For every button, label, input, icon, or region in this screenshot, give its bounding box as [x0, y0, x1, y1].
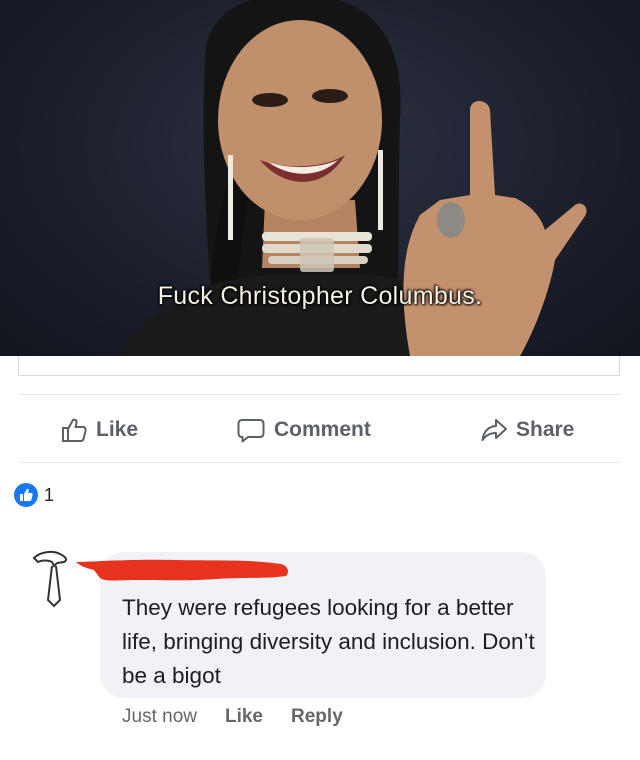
- comment-timestamp: Just now: [122, 706, 197, 727]
- divider-bottom: [20, 462, 620, 463]
- media-frame-bottom: [18, 356, 620, 376]
- divider-top: [20, 394, 620, 395]
- comment-reply-button[interactable]: Reply: [291, 706, 343, 728]
- comment-icon: [236, 416, 266, 444]
- reaction-count: 1: [44, 484, 55, 505]
- like-button-label: Like: [96, 418, 139, 441]
- share-button-label: Share: [516, 418, 575, 441]
- comment-button-label: Comment: [274, 418, 371, 441]
- thumbs-up-icon: [60, 416, 88, 444]
- post-action-bar: Like Comment Share: [20, 408, 620, 452]
- commenter-avatar[interactable]: [30, 548, 74, 617]
- reaction-summary[interactable]: 1: [14, 483, 54, 507]
- comment-like-button[interactable]: Like: [225, 706, 263, 728]
- comment-button[interactable]: Comment: [236, 408, 371, 452]
- like-button[interactable]: Like: [60, 408, 138, 452]
- comment-text: They were refugees looking for a better …: [122, 595, 535, 688]
- comment-meta: Just now Like Reply: [122, 706, 371, 728]
- commenter-name-redaction: [76, 556, 296, 591]
- video-caption: Fuck Christopher Columbus.: [157, 282, 483, 310]
- share-button[interactable]: Share: [480, 408, 574, 452]
- post-media[interactable]: Fuck Christopher Columbus.: [0, 0, 640, 356]
- like-reaction-icon: [14, 483, 38, 507]
- share-icon: [480, 416, 508, 444]
